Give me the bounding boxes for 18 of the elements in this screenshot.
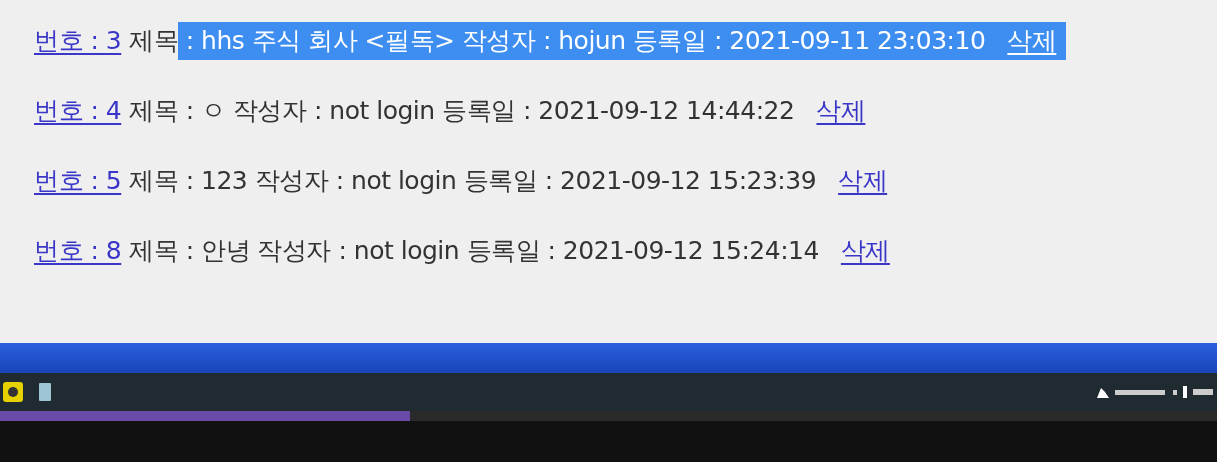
post-details: : ㅇ 작성자 : not login 등록일 : 2021-09-12 14:44:22 bbox=[184, 95, 795, 128]
title-label: 제목 bbox=[129, 25, 179, 58]
post-number-link[interactable]: 번호 : 3 bbox=[34, 22, 122, 60]
delete-link[interactable]: 삭제 bbox=[840, 232, 890, 270]
post-details: : hhs 주식 회사 <필독> 작성자 : hojun 등록일 : 2021-09-11 23:03:10 bbox=[184, 25, 986, 58]
post-details: : 안녕 작성자 : not login 등록일 : 2021-09-12 15:24:14 bbox=[184, 235, 819, 268]
video-progress-track[interactable] bbox=[0, 411, 1217, 421]
title-label: 제목 bbox=[129, 95, 179, 128]
post-number-link[interactable]: 번호 : 4 bbox=[34, 92, 122, 130]
post-number-link[interactable]: 번호 : 8 bbox=[34, 232, 122, 270]
title-label: 제목 bbox=[129, 235, 179, 268]
delete-link[interactable]: 삭제 bbox=[816, 92, 866, 130]
post-number-link[interactable]: 번호 : 5 bbox=[34, 162, 122, 200]
document-icon[interactable] bbox=[38, 380, 52, 404]
title-label: 제목 bbox=[129, 165, 179, 198]
app-icon[interactable] bbox=[2, 380, 24, 404]
post-details: : 123 작성자 : not login 등록일 : 2021-09-12 15:23:39 bbox=[184, 165, 817, 198]
delete-link[interactable]: 삭제 bbox=[838, 162, 888, 200]
